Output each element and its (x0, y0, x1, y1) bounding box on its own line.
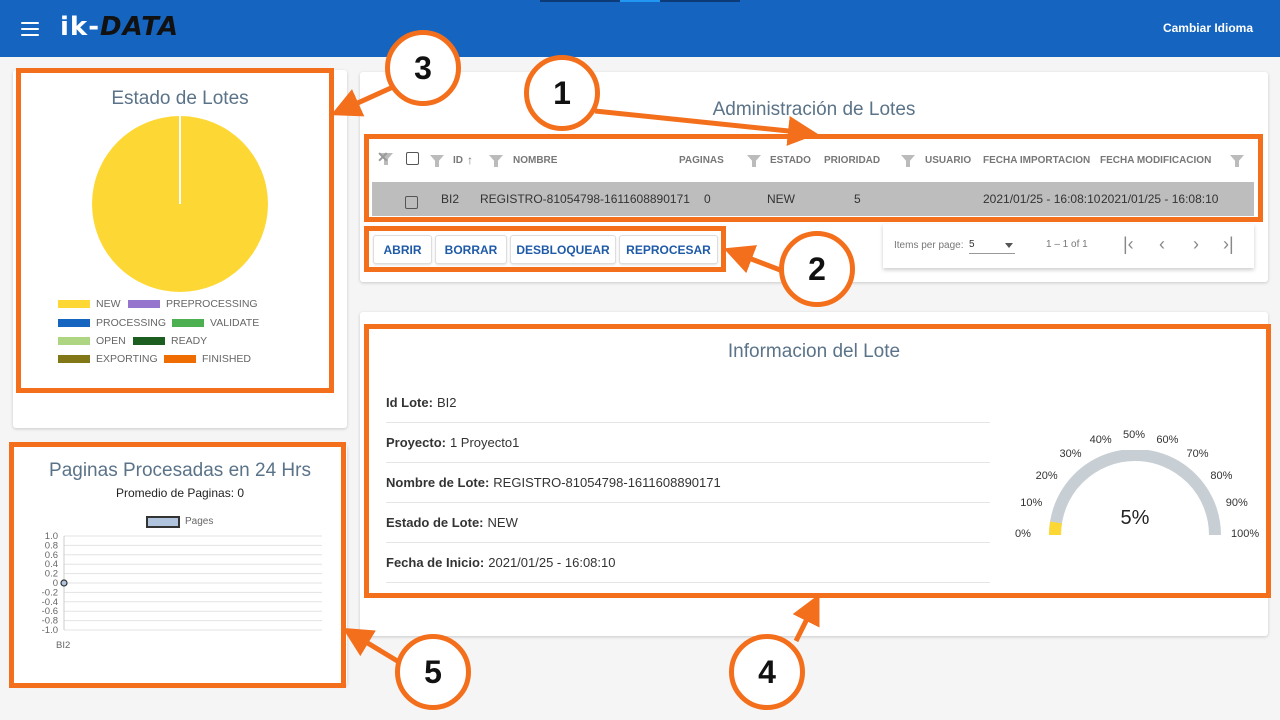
callout-badge-3: 3 (385, 30, 461, 106)
callout-badge-2: 2 (779, 231, 855, 307)
callout-badge-5: 5 (395, 634, 471, 710)
callout-arrows (330, 84, 820, 668)
callout-badge-1: 1 (524, 55, 600, 131)
callout-arrow-1 (594, 108, 818, 146)
callout-arrow-3 (330, 84, 395, 117)
callout-arrow-4 (792, 594, 820, 643)
callout-badge-4: 4 (729, 634, 805, 710)
